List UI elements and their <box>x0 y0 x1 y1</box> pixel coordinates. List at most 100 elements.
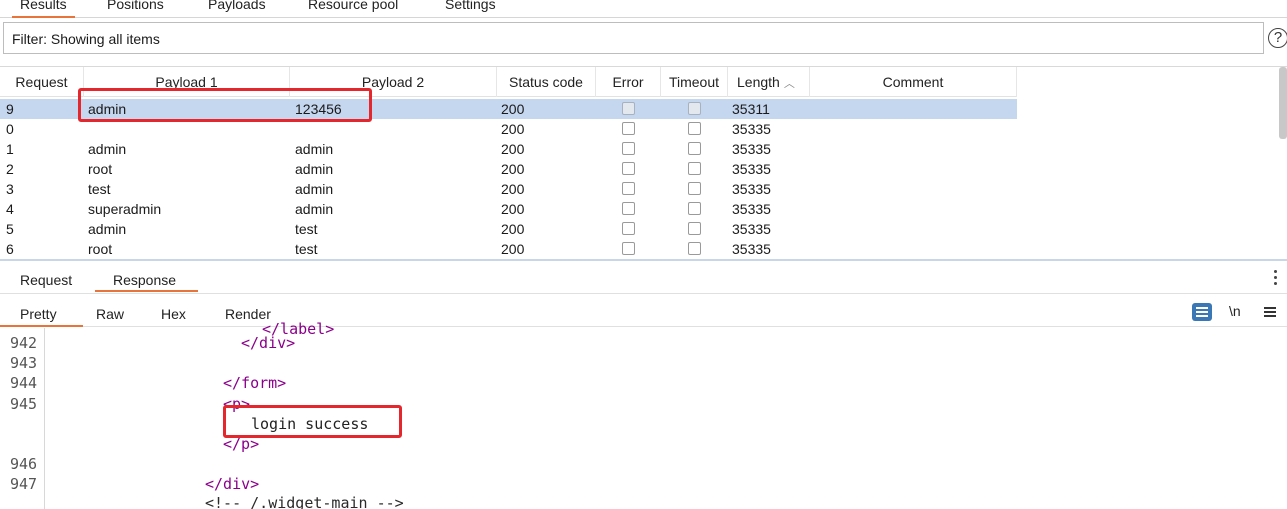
cell-status-code: 200 <box>501 161 525 177</box>
cell-payload-1: root <box>88 161 113 177</box>
cell-request: 5 <box>6 221 14 237</box>
top-tab-bar: Results Positions Payloads Resource pool… <box>0 0 1287 18</box>
column-header-status-code[interactable]: Status code <box>497 67 596 97</box>
table-row[interactable]: 2 root admin 200 35335 <box>0 159 1017 179</box>
cell-payload-2: admin <box>295 201 334 217</box>
cell-length: 35335 <box>732 201 771 217</box>
highlight-box-login-success <box>223 405 402 438</box>
tab-results[interactable]: Results <box>12 0 75 18</box>
timeout-checkbox <box>688 142 701 155</box>
error-checkbox <box>622 142 635 155</box>
error-checkbox <box>622 182 635 195</box>
tab-pretty[interactable]: Pretty <box>0 306 82 327</box>
help-icon[interactable]: ? <box>1268 28 1287 48</box>
error-checkbox <box>622 242 635 255</box>
table-row[interactable]: 1 admin admin 200 35335 <box>0 139 1017 159</box>
code-line-947: </div> <box>205 475 260 493</box>
line-number: 947 <box>10 475 38 493</box>
view-tab-bar: Pretty Raw Hex Render <box>0 296 1287 327</box>
cell-payload-2: test <box>295 241 318 257</box>
cell-payload-2: admin <box>295 141 334 157</box>
timeout-checkbox <box>688 182 701 195</box>
table-divider[interactable] <box>0 259 1287 261</box>
cell-payload-1: admin <box>88 221 127 237</box>
timeout-checkbox <box>688 162 701 175</box>
column-header-comment[interactable]: Comment <box>810 67 1017 97</box>
error-checkbox <box>622 102 635 115</box>
column-header-length[interactable]: Length ︿ <box>728 67 810 97</box>
cell-status-code: 200 <box>501 201 525 217</box>
vertical-scrollbar[interactable] <box>1279 67 1287 139</box>
column-header-timeout[interactable]: Timeout <box>661 67 728 97</box>
tab-request[interactable]: Request <box>20 272 72 288</box>
line-number: 943 <box>10 354 38 372</box>
filter-bar[interactable]: Filter: Showing all items <box>3 22 1264 54</box>
table-row[interactable]: 6 root test 200 35335 <box>0 239 1017 259</box>
timeout-checkbox <box>688 202 701 215</box>
cell-payload-2: admin <box>295 161 334 177</box>
cell-length: 35311 <box>732 101 770 117</box>
column-header-error[interactable]: Error <box>596 67 661 97</box>
code-line-comment: <!-- /.widget-main --> <box>205 494 404 509</box>
cell-length: 35335 <box>732 221 771 237</box>
kebab-menu-icon[interactable] <box>1274 270 1278 286</box>
cell-request: 4 <box>6 201 14 217</box>
timeout-checkbox <box>688 242 701 255</box>
table-row[interactable]: 4 superadmin admin 200 35335 <box>0 199 1017 219</box>
tab-response[interactable]: Response <box>94 272 199 292</box>
cell-payload-1: superadmin <box>88 201 162 217</box>
cell-status-code: 200 <box>501 101 525 117</box>
cell-status-code: 200 <box>501 181 525 197</box>
sort-ascending-icon: ︿ <box>783 78 795 90</box>
response-code-view[interactable]: </label> 942 </div> 943 944 </form> 945 … <box>0 320 1287 509</box>
newline-toggle[interactable]: \n <box>1229 303 1241 319</box>
cell-length: 35335 <box>732 241 771 257</box>
timeout-checkbox <box>688 102 701 115</box>
tab-positions[interactable]: Positions <box>107 0 164 16</box>
table-row[interactable]: 3 test admin 200 35335 <box>0 179 1017 199</box>
tab-settings[interactable]: Settings <box>445 0 496 16</box>
error-checkbox <box>622 202 635 215</box>
table-row[interactable]: 0 200 35335 <box>0 119 1017 139</box>
line-number: 944 <box>10 374 38 392</box>
cell-status-code: 200 <box>501 141 525 157</box>
error-checkbox <box>622 222 635 235</box>
cell-request: 2 <box>6 161 14 177</box>
tab-raw[interactable]: Raw <box>96 306 124 322</box>
tab-hex[interactable]: Hex <box>161 306 186 322</box>
word-wrap-icon[interactable] <box>1192 303 1212 321</box>
code-line-944: </form> <box>223 374 287 392</box>
cell-request: 9 <box>6 101 14 117</box>
cell-request: 6 <box>6 241 14 257</box>
message-tab-bar: Request Response <box>0 262 1287 294</box>
cell-payload-1: admin <box>88 141 127 157</box>
cell-payload-1: test <box>88 181 111 197</box>
table-row[interactable]: 5 admin test 200 35335 <box>0 219 1017 239</box>
error-checkbox <box>622 122 635 135</box>
filter-text: Filter: Showing all items <box>12 31 160 47</box>
cell-payload-2: test <box>295 221 318 237</box>
code-line-942: </div> <box>241 334 296 352</box>
cell-length: 35335 <box>732 161 771 177</box>
cell-payload-2: admin <box>295 181 334 197</box>
cell-request: 1 <box>6 141 14 157</box>
cell-status-code: 200 <box>501 121 525 137</box>
tab-payloads[interactable]: Payloads <box>208 0 266 16</box>
timeout-checkbox <box>688 122 701 135</box>
cell-status-code: 200 <box>501 241 525 257</box>
timeout-checkbox <box>688 222 701 235</box>
hamburger-menu-icon[interactable] <box>1264 307 1276 317</box>
error-checkbox <box>622 162 635 175</box>
cell-request: 0 <box>6 121 14 137</box>
highlight-box-payloads <box>78 88 372 122</box>
cell-request: 3 <box>6 181 14 197</box>
cell-status-code: 200 <box>501 221 525 237</box>
tab-resource-pool[interactable]: Resource pool <box>308 0 398 16</box>
cell-length: 35335 <box>732 121 771 137</box>
line-number: 946 <box>10 455 38 473</box>
gutter-divider <box>44 328 45 509</box>
cell-payload-1: root <box>88 241 113 257</box>
line-number: 942 <box>10 334 38 352</box>
line-number: 945 <box>10 395 38 413</box>
column-header-request[interactable]: Request <box>0 67 84 97</box>
